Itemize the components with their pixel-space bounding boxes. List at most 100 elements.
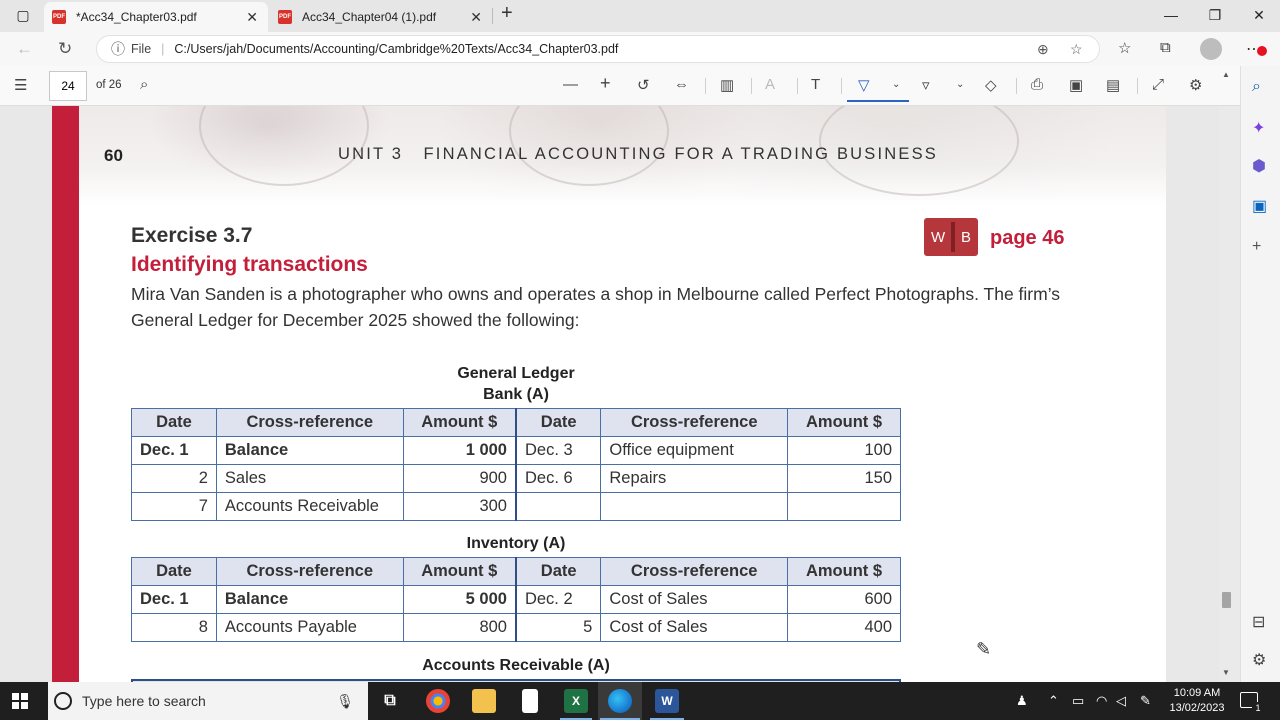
save-icon[interactable]: ▣ — [1069, 76, 1083, 94]
cell — [787, 492, 901, 521]
tab-acc34-chapter03[interactable]: PDF *Acc34_Chapter03.pdf ✕ — [44, 2, 268, 32]
page-number-input[interactable]: 24 — [49, 71, 87, 101]
office-icon[interactable]: ⬢ — [1252, 156, 1266, 176]
sidebar-settings-icon[interactable]: ⚙ — [1252, 650, 1266, 670]
cell: 2 — [131, 464, 217, 493]
cell: Dec. 6 — [515, 464, 602, 493]
excel-icon[interactable]: X — [564, 689, 588, 713]
scroll-thumb[interactable] — [1222, 592, 1231, 608]
pen-icon[interactable]: ✎ — [1140, 693, 1151, 709]
pdf-toolbar: ☰ 24 of 26 ⌕ — + ↺ ⇔ ▥ A T ▽ ⌄ ▿ ⌄ ◇ ⎙ ▣… — [0, 66, 1240, 106]
cell: Office equipment — [600, 436, 789, 465]
contents-icon[interactable]: ☰ — [14, 76, 27, 94]
col-header: Date — [131, 408, 217, 437]
task-view-icon[interactable]: ⧉ — [378, 689, 402, 713]
scroll-up-icon[interactable]: ▲ — [1222, 70, 1230, 79]
tab-actions-menu-icon[interactable]: ▢ — [0, 0, 46, 30]
cell: 8 — [131, 613, 217, 642]
col-header: Cross-reference — [215, 557, 404, 586]
show-hidden-icons-icon[interactable]: ⌃ — [1048, 693, 1059, 709]
taskbar-search-box[interactable]: Type here to search 🎙 — [48, 682, 368, 720]
zoom-out-icon[interactable]: — — [563, 76, 578, 93]
favorite-add-icon[interactable]: ☆ — [1070, 41, 1083, 58]
accounts-receivable-title: Accounts Receivable (A) — [422, 657, 610, 674]
fullscreen-icon[interactable]: ⤢ — [1152, 76, 1164, 93]
chevron-down-icon[interactable]: ⌄ — [956, 79, 964, 90]
rotate-icon[interactable]: ↺ — [637, 76, 650, 94]
cell: 100 — [787, 436, 901, 465]
close-window-icon[interactable]: ✕ — [1236, 0, 1280, 30]
word-icon[interactable]: W — [655, 689, 679, 713]
table-header-row: Date Cross-reference Amount $ Date Cross… — [131, 557, 901, 586]
tab-label: *Acc34_Chapter03.pdf — [76, 10, 197, 24]
col-header: Cross-reference — [215, 408, 404, 437]
eraser-icon[interactable]: ◇ — [985, 76, 997, 94]
start-windows-icon[interactable] — [12, 693, 28, 709]
outlook-icon[interactable]: ▣ — [1252, 196, 1267, 216]
find-icon[interactable]: ⌕ — [140, 76, 148, 93]
notification-dot-icon — [1257, 46, 1267, 56]
clock-time: 10:09 AM — [1173, 687, 1221, 699]
search-placeholder: Type here to search — [82, 693, 206, 709]
restore-icon[interactable]: ❐ — [1192, 0, 1238, 30]
cell: 900 — [402, 464, 517, 493]
pdf-page: 60 UNIT 3 FINANCIAL ACCOUNTING FOR A TRA… — [52, 106, 1166, 682]
search-icon[interactable]: ⌕ — [1252, 78, 1261, 96]
read-aloud-icon[interactable]: A — [765, 76, 775, 93]
cell: Accounts Payable — [215, 613, 404, 642]
notepad-icon[interactable] — [522, 689, 538, 713]
settings-gear-icon[interactable]: ⚙ — [1189, 76, 1202, 94]
unit-heading: UNIT 3 FINANCIAL ACCOUNTING FOR A TRADIN… — [338, 145, 939, 163]
toolbar-divider — [751, 78, 752, 94]
refresh-icon[interactable]: ↻ — [58, 39, 72, 59]
address-bar-row: ← ↻ ⓘ File | C:/Users/jah/Documents/Acco… — [0, 32, 1280, 66]
wifi-icon[interactable]: ◠ — [1096, 693, 1107, 709]
zoom-in-icon[interactable]: + — [600, 73, 611, 94]
close-tab-icon[interactable]: ✕ — [246, 9, 258, 26]
new-tab-icon[interactable]: + — [501, 2, 513, 25]
save-as-icon[interactable]: ▤ — [1106, 76, 1120, 94]
page-view-icon[interactable]: ▥ — [720, 76, 734, 94]
chrome-icon[interactable] — [426, 689, 450, 713]
workbook-page-ref: page 46 — [990, 227, 1065, 249]
pdf-file-icon: PDF — [52, 10, 66, 24]
col-header: Amount $ — [402, 557, 517, 586]
vertical-scrollbar[interactable]: ▲ ▼ — [1219, 68, 1233, 680]
clock-date: 13/02/2023 — [1169, 702, 1225, 714]
battery-icon[interactable]: ▭ — [1072, 693, 1084, 709]
people-icon[interactable]: ♟ — [1016, 693, 1028, 709]
microphone-icon[interactable]: 🎙 — [336, 693, 354, 710]
zoom-icon[interactable]: ⊕ — [1037, 41, 1049, 58]
hide-sidebar-icon[interactable]: ⊟ — [1252, 612, 1265, 632]
favorites-icon[interactable]: ☆ — [1118, 39, 1131, 57]
exercise-title: Exercise 3.7 — [131, 224, 253, 247]
back-icon[interactable]: ← — [16, 39, 33, 59]
edge-window: ▢ PDF *Acc34_Chapter03.pdf ✕ PDF Acc34_C… — [0, 0, 1280, 720]
address-bar[interactable]: ⓘ File | C:/Users/jah/Documents/Accounti… — [96, 35, 1100, 63]
close-tab-icon[interactable]: ✕ — [470, 9, 482, 26]
col-header: Cross-reference — [600, 557, 789, 586]
collections-icon[interactable]: ⧉ — [1160, 39, 1171, 56]
url-text: C:/Users/jah/Documents/Accounting/Cambri… — [174, 42, 619, 56]
page-count-label: of 26 — [96, 79, 122, 91]
scroll-down-icon[interactable]: ▼ — [1222, 668, 1230, 677]
discover-icon[interactable]: ✦ — [1252, 118, 1265, 138]
windows-taskbar: Type here to search 🎙 ⧉ X W ♟ ⌃ ▭ ◠ ◁ ✎ … — [0, 682, 1280, 720]
highlight-icon[interactable]: ▿ — [922, 76, 930, 94]
print-icon[interactable]: ⎙ — [1031, 76, 1043, 93]
add-text-icon[interactable]: T — [811, 76, 820, 93]
tab-acc34-chapter04[interactable]: PDF Acc34_Chapter04 (1).pdf ✕ — [270, 2, 492, 32]
edge-icon[interactable] — [608, 689, 632, 713]
toolbar-divider — [705, 78, 706, 94]
profile-avatar[interactable] — [1200, 38, 1222, 60]
file-explorer-icon[interactable] — [472, 689, 496, 713]
chevron-down-icon[interactable]: ⌄ — [892, 79, 900, 90]
minimize-icon[interactable]: — — [1148, 0, 1194, 30]
volume-icon[interactable]: ◁ — [1116, 693, 1126, 709]
page-number: 60 — [104, 146, 123, 165]
system-clock[interactable]: 10:09 AM 13/02/2023 — [1165, 686, 1229, 716]
fit-to-width-icon[interactable]: ⇔ — [674, 76, 689, 93]
cell: Dec. 3 — [515, 436, 602, 465]
add-sidebar-app-icon[interactable]: + — [1252, 238, 1261, 256]
draw-icon[interactable]: ▽ — [858, 76, 870, 94]
